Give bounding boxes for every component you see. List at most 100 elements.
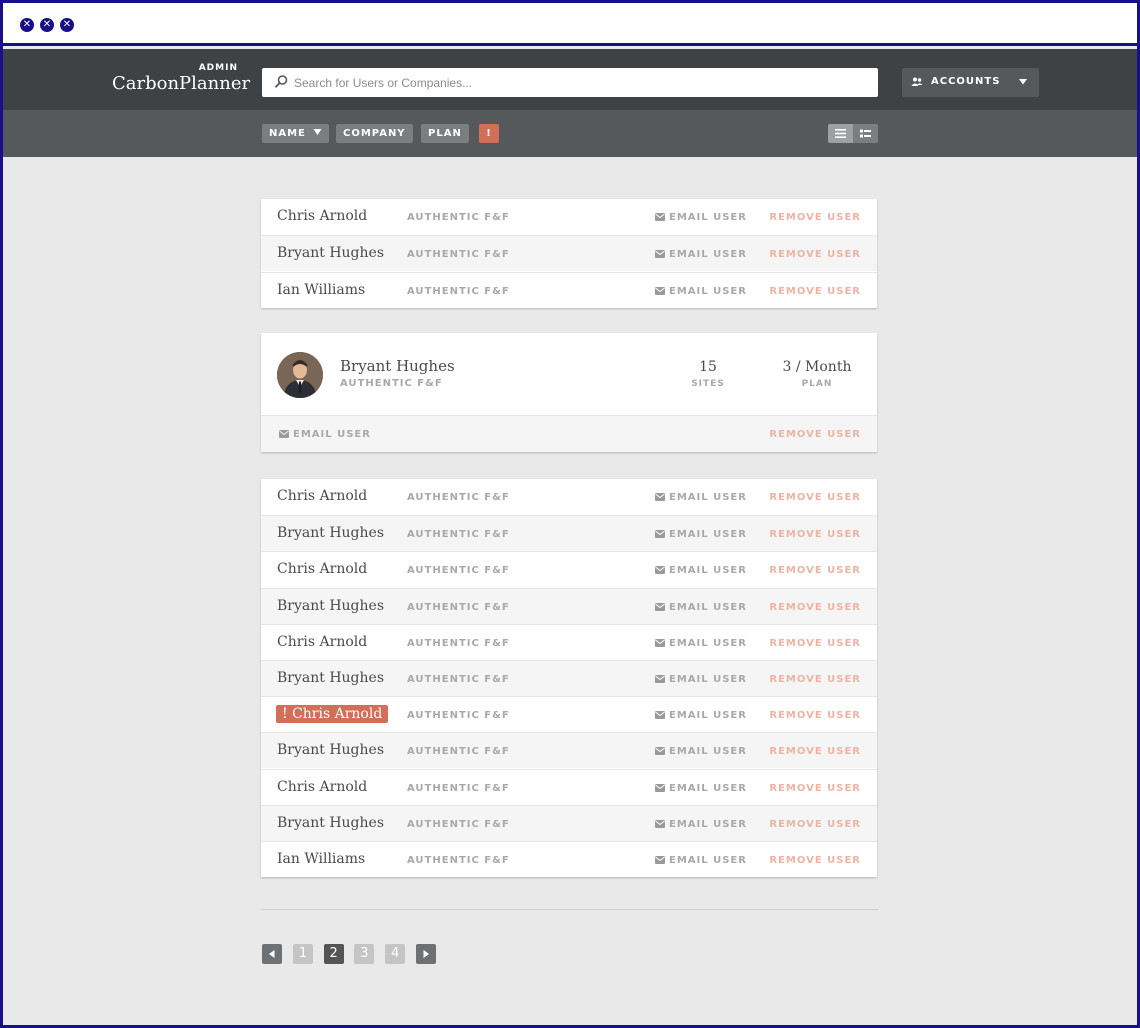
remove-user-button[interactable]: REMOVE USER xyxy=(769,565,861,576)
table-row[interactable]: Chris Arnold AUTHENTIC F&F EMAIL USER REMOV… xyxy=(261,623,877,660)
users-icon xyxy=(911,77,923,86)
table-row[interactable]: Bryant Hughes AUTHENTIC F&F EMAIL USER REMO… xyxy=(261,804,877,841)
email-user-label: EMAIL USER xyxy=(669,285,747,297)
user-name[interactable]: ! Chris Arnold xyxy=(276,705,389,724)
user-name[interactable]: Chris Arnold xyxy=(277,561,367,577)
table-row[interactable]: Chris Arnold AUTHENTIC F&F EMAIL USER REMOV… xyxy=(261,479,877,515)
email-user-label: EMAIL USER xyxy=(669,601,747,613)
list-view-button[interactable] xyxy=(828,124,853,143)
company-name: AUTHENTIC F&F xyxy=(407,285,510,297)
page-button-2[interactable]: 2 xyxy=(323,944,344,964)
remove-user-button[interactable]: REMOVE USER xyxy=(769,529,861,540)
company-name: AUTHENTIC F&F xyxy=(407,601,510,613)
minimize-window-icon[interactable]: ✕ xyxy=(40,18,54,32)
page-button-3[interactable]: 3 xyxy=(354,944,375,964)
user-name[interactable]: Bryant Hughes xyxy=(277,742,384,758)
page-button-4[interactable]: 4 xyxy=(385,944,406,964)
app-window: ✕ ✕ ✕ ADMIN CarbonPlanner ACCOUNTS xyxy=(3,3,1137,1025)
user-name[interactable]: Chris Arnold xyxy=(277,488,367,504)
email-user-button[interactable]: EMAIL USER xyxy=(655,286,747,297)
sort-plan-button[interactable]: PLAN xyxy=(421,124,469,143)
remove-user-button[interactable]: REMOVE USER xyxy=(769,286,861,297)
remove-user-button[interactable]: REMOVE USER xyxy=(769,674,861,685)
remove-user-button[interactable]: REMOVE USER xyxy=(769,212,861,223)
table-row[interactable]: Chris Arnold AUTHENTIC F&F EMAIL USER REMOV… xyxy=(261,199,877,235)
user-name[interactable]: Bryant Hughes xyxy=(277,525,384,541)
close-window-icon[interactable]: ✕ xyxy=(20,18,34,32)
table-row[interactable]: ! Chris Arnold AUTHENTIC F&F EMAIL USER REM… xyxy=(261,696,877,732)
brand-logo[interactable]: ADMIN CarbonPlanner xyxy=(112,63,251,95)
user-name[interactable]: Bryant Hughes xyxy=(277,245,384,261)
user-name[interactable]: Bryant Hughes xyxy=(277,670,384,686)
sort-name-button[interactable]: NAME xyxy=(262,124,330,143)
remove-user-button[interactable]: REMOVE USER xyxy=(769,710,861,721)
email-user-button[interactable]: EMAIL USER xyxy=(655,492,747,503)
app-name: CarbonPlanner xyxy=(112,73,251,94)
accounts-dropdown[interactable]: ACCOUNTS xyxy=(902,68,1039,97)
email-user-button[interactable]: EMAIL USER xyxy=(655,819,747,830)
plan-stat: 3 / Month PLAN xyxy=(777,359,857,389)
table-row[interactable]: Bryant Hughes AUTHENTIC F&F EMAIL USER REMO… xyxy=(261,660,877,696)
email-user-button[interactable]: EMAIL USER xyxy=(655,710,747,721)
email-user-button[interactable]: EMAIL USER xyxy=(655,602,747,613)
user-name[interactable]: Chris Arnold xyxy=(277,634,367,650)
envelope-icon xyxy=(655,493,665,501)
remove-user-button[interactable]: REMOVE USER xyxy=(769,429,861,440)
email-user-button[interactable]: EMAIL USER xyxy=(655,565,747,576)
remove-user-button[interactable]: REMOVE USER xyxy=(769,819,861,830)
table-row[interactable]: Bryant Hughes AUTHENTIC F&F EMAIL USER REMO… xyxy=(261,732,877,769)
remove-user-button[interactable]: REMOVE USER xyxy=(769,492,861,503)
filter-alert-button[interactable]: ! xyxy=(479,124,499,143)
chevron-left-icon xyxy=(269,950,275,958)
envelope-icon xyxy=(655,638,665,647)
remove-user-button[interactable]: REMOVE USER xyxy=(769,746,861,757)
chevron-right-icon xyxy=(423,950,429,958)
email-user-button[interactable]: EMAIL USER xyxy=(655,249,747,260)
table-row[interactable]: Chris Arnold AUTHENTIC F&F EMAIL USER REMOV… xyxy=(261,768,877,805)
user-name[interactable]: Chris Arnold xyxy=(277,779,367,795)
company-name: AUTHENTIC F&F xyxy=(407,674,510,685)
email-user-button[interactable]: EMAIL USER xyxy=(655,746,747,757)
email-user-label: EMAIL USER xyxy=(293,429,371,440)
remove-user-button[interactable]: REMOVE USER xyxy=(769,638,861,649)
company-name: AUTHENTIC F&F xyxy=(407,565,510,577)
email-user-button[interactable]: EMAIL USER xyxy=(655,212,747,223)
remove-user-button[interactable]: REMOVE USER xyxy=(769,249,861,260)
table-row[interactable]: Bryant Hughes AUTHENTIC F&F EMAIL USER REMO… xyxy=(261,515,877,552)
email-user-button[interactable]: EMAIL USER xyxy=(279,429,371,440)
email-user-button[interactable]: EMAIL USER xyxy=(655,529,747,540)
email-user-button[interactable]: EMAIL USER xyxy=(655,638,747,649)
search-input[interactable] xyxy=(294,68,864,97)
table-row[interactable]: Ian Williams AUTHENTIC F&F EMAIL USER REMOV… xyxy=(261,841,877,877)
filter-bar: NAME COMPANY PLAN ! xyxy=(3,110,1137,157)
email-user-label: EMAIL USER xyxy=(669,565,747,577)
email-user-button[interactable]: EMAIL USER xyxy=(655,783,747,794)
company-name: AUTHENTIC F&F xyxy=(407,855,510,866)
user-detail-card: Bryant Hughes AUTHENTIC F&F 15 SITES 3 /… xyxy=(261,333,877,452)
table-row[interactable]: Bryant Hughes AUTHENTIC F&F EMAIL USER REMO… xyxy=(261,235,877,272)
prev-page-button[interactable] xyxy=(262,944,282,964)
user-name[interactable]: Ian Williams xyxy=(277,851,365,867)
table-row[interactable]: Bryant Hughes AUTHENTIC F&F EMAIL USER REMO… xyxy=(261,587,877,624)
maximize-window-icon[interactable]: ✕ xyxy=(60,18,74,32)
email-user-button[interactable]: EMAIL USER xyxy=(655,674,747,685)
sort-company-button[interactable]: COMPANY xyxy=(336,124,413,143)
avatar[interactable] xyxy=(277,352,323,398)
table-row[interactable]: Ian Williams AUTHENTIC F&F EMAIL USER REMOV… xyxy=(261,271,877,308)
user-name[interactable]: Ian Williams xyxy=(277,282,365,298)
next-page-button[interactable] xyxy=(416,944,436,964)
email-user-button[interactable]: EMAIL USER xyxy=(655,855,747,866)
detail-view-button[interactable] xyxy=(853,124,878,143)
remove-user-button[interactable]: REMOVE USER xyxy=(769,602,861,613)
table-row[interactable]: Chris Arnold AUTHENTIC F&F EMAIL USER REMOV… xyxy=(261,551,877,587)
user-name[interactable]: Bryant Hughes xyxy=(277,815,384,831)
remove-user-button[interactable]: REMOVE USER xyxy=(769,855,861,866)
user-name[interactable]: Chris Arnold xyxy=(277,208,367,224)
company-name: AUTHENTIC F&F xyxy=(407,529,510,541)
user-name[interactable]: Bryant Hughes xyxy=(277,598,384,614)
remove-user-button[interactable]: REMOVE USER xyxy=(769,783,861,794)
page-button-1[interactable]: 1 xyxy=(293,944,313,964)
email-user-label: EMAIL USER xyxy=(669,746,747,758)
sites-value: 15 xyxy=(699,359,717,375)
company-name: AUTHENTIC F&F xyxy=(407,782,510,794)
